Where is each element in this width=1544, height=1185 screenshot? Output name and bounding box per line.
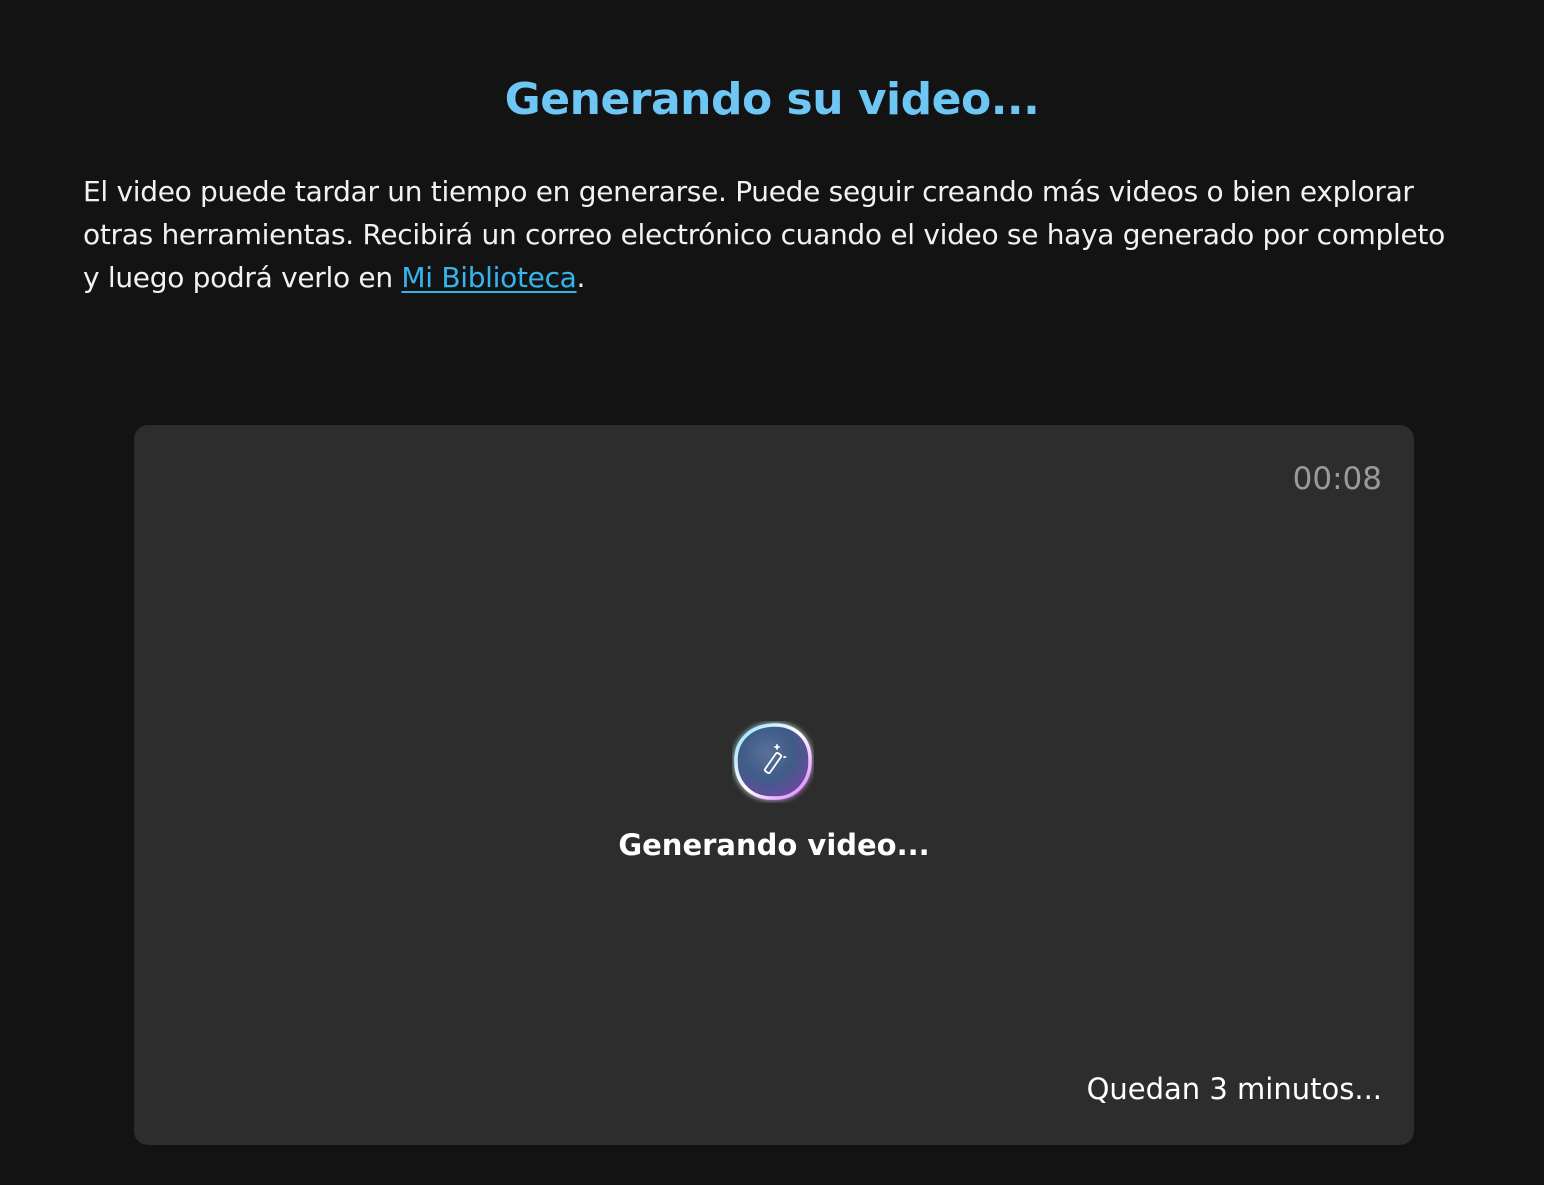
magic-wand-icon [734,723,812,800]
video-generation-card: 00:08 Generando video... Quedan 3 minuto… [134,425,1414,1145]
elapsed-timer: 00:08 [1292,461,1382,497]
generating-orb [732,721,814,803]
description-text: El video puede tardar un tiempo en gener… [83,170,1463,299]
description-suffix: . [576,261,586,294]
generation-status: Generando video... [618,828,930,862]
my-library-link[interactable]: Mi Biblioteca [401,261,576,294]
time-remaining: Quedan 3 minutos... [1086,1072,1382,1106]
page-title: Generando su video... [504,74,1040,125]
description-body: El video puede tardar un tiempo en gener… [83,175,1445,294]
